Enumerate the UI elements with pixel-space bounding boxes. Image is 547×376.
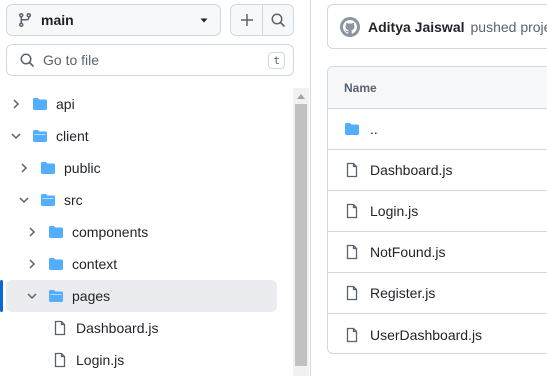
file-name[interactable]: Register.js	[370, 285, 435, 301]
add-file-button[interactable]	[230, 4, 263, 36]
tree-item-login-js[interactable]: Login.js	[6, 344, 277, 376]
file-name[interactable]: Login.js	[370, 203, 418, 219]
file-icon	[344, 203, 360, 219]
folder-icon	[48, 256, 64, 272]
tree-item-label: components	[72, 224, 149, 240]
chevron-right-icon	[24, 224, 40, 240]
folder-open-icon	[40, 192, 56, 208]
search-icon	[19, 52, 35, 68]
tree-item-label: context	[72, 256, 118, 272]
github-avatar-icon[interactable]	[340, 16, 360, 37]
file-name[interactable]: ..	[370, 121, 378, 137]
file-icon	[52, 320, 68, 336]
pane-divider[interactable]	[310, 0, 311, 376]
branch-selector[interactable]: main	[6, 4, 221, 36]
tree-item-label: pages	[72, 288, 111, 304]
chevron-down-icon	[16, 192, 32, 208]
branch-name: main	[41, 12, 74, 28]
file-name[interactable]: UserDashboard.js	[370, 327, 482, 343]
search-icon	[270, 12, 286, 28]
column-header-name: Name	[344, 80, 377, 95]
tree-item-client[interactable]: client	[6, 120, 277, 152]
tree-item-label: Dashboard.js	[76, 320, 159, 336]
tree-scrollbar[interactable]	[293, 88, 309, 376]
tree-item-label: Login.js	[76, 352, 125, 368]
folder-icon	[48, 224, 64, 240]
file-icon	[52, 352, 68, 368]
tree-item-label: api	[56, 96, 75, 112]
folder-icon	[344, 121, 360, 137]
active-indicator	[0, 280, 3, 312]
chevron-right-icon	[16, 160, 32, 176]
commit-message[interactable]: pushed proje	[471, 19, 547, 35]
files-table-header: Name	[328, 67, 547, 109]
commit-author[interactable]: Aditya Jaiswal	[368, 19, 465, 35]
caret-down-icon	[198, 14, 210, 26]
tree-item-dashboard-js[interactable]: Dashboard.js	[6, 312, 277, 344]
table-row[interactable]: Login.js	[328, 191, 547, 232]
chevron-down-icon	[8, 128, 24, 144]
file-icon	[344, 162, 360, 178]
chevron-down-icon	[24, 288, 40, 304]
tree-item-label: src	[64, 192, 83, 208]
file-icon	[344, 244, 360, 260]
folder-open-icon	[32, 128, 48, 144]
plus-icon	[239, 12, 255, 28]
search-button[interactable]	[262, 4, 294, 36]
file-icon	[344, 327, 360, 343]
folder-icon	[32, 96, 48, 112]
tree-item-label: public	[64, 160, 101, 176]
file-name[interactable]: Dashboard.js	[370, 162, 453, 178]
scroll-up-arrow-icon[interactable]	[293, 88, 309, 104]
latest-commit-bar: Aditya Jaiswal pushed proje	[327, 4, 547, 49]
file-name[interactable]: NotFound.js	[370, 244, 445, 260]
file-tree: api client public src components context…	[0, 88, 292, 376]
tree-item-public[interactable]: public	[6, 152, 277, 184]
tree-item-components[interactable]: components	[6, 216, 277, 248]
file-icon	[344, 285, 360, 301]
files-table: Name .. Dashboard.js Login.js NotFound.j…	[327, 66, 547, 354]
table-row[interactable]: NotFound.js	[328, 232, 547, 273]
folder-open-icon	[48, 288, 64, 304]
table-row-parent-dir[interactable]: ..	[328, 109, 547, 150]
go-to-file-input[interactable]: Go to file t	[6, 44, 294, 76]
chevron-right-icon	[8, 96, 24, 112]
tree-item-pages[interactable]: pages	[6, 280, 277, 312]
git-branch-icon	[17, 12, 33, 28]
table-row[interactable]: UserDashboard.js	[328, 314, 547, 353]
tree-item-src[interactable]: src	[6, 184, 277, 216]
tree-item-context[interactable]: context	[6, 248, 277, 280]
folder-icon	[40, 160, 56, 176]
scrollbar-thumb[interactable]	[295, 104, 307, 366]
keyboard-shortcut-hint: t	[268, 51, 285, 69]
table-row[interactable]: Dashboard.js	[328, 150, 547, 191]
tree-item-api[interactable]: api	[6, 88, 277, 120]
chevron-right-icon	[24, 256, 40, 272]
table-row[interactable]: Register.js	[328, 273, 547, 314]
go-to-file-placeholder: Go to file	[43, 52, 100, 68]
tree-item-label: client	[56, 128, 89, 144]
